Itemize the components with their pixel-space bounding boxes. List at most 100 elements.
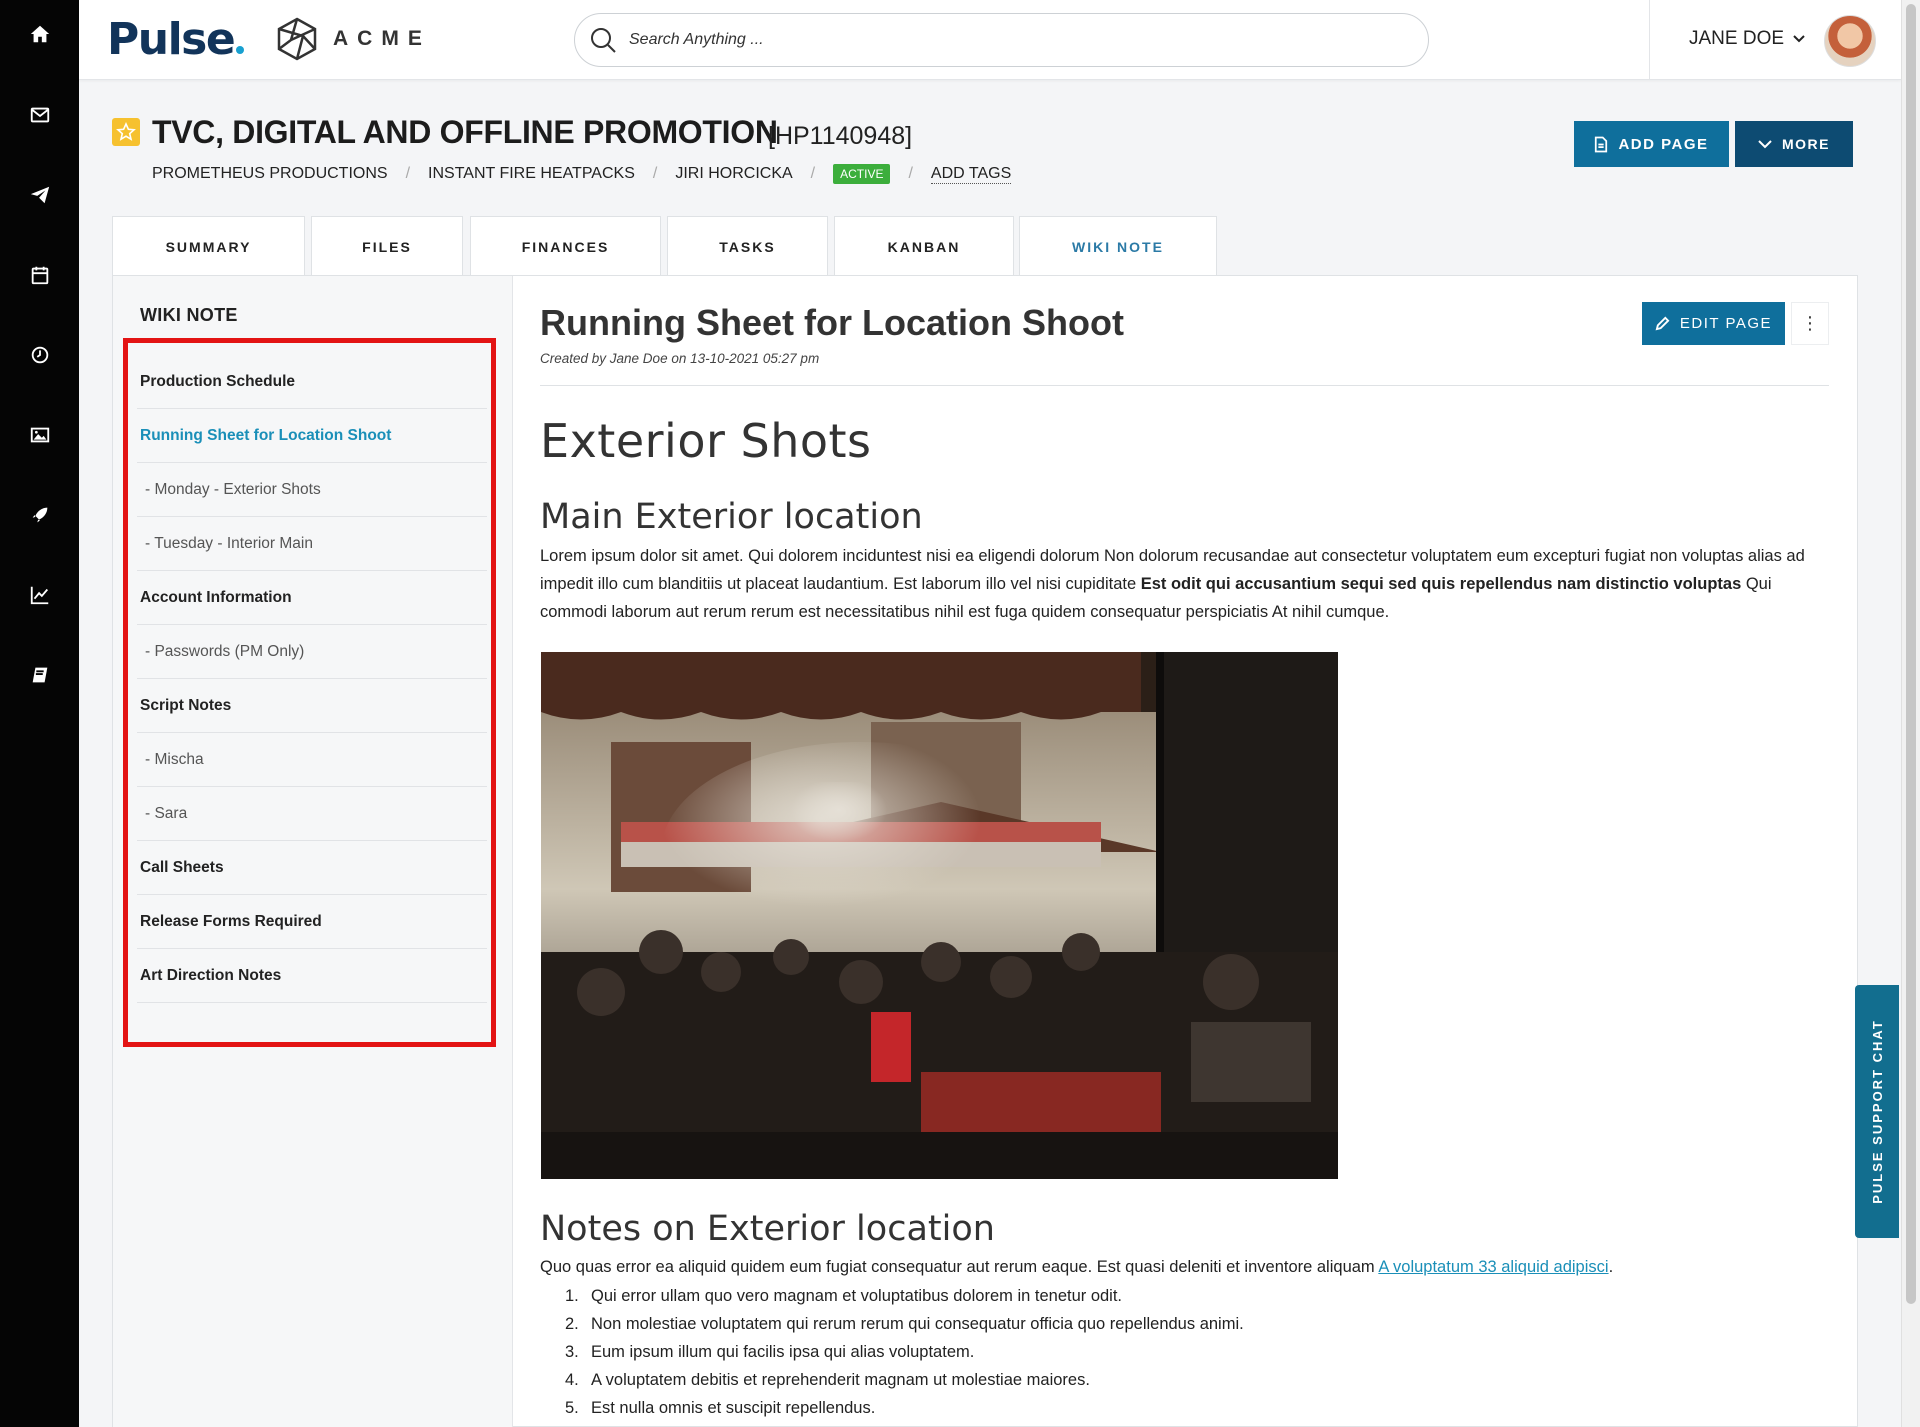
tab-finances[interactable]: FINANCES	[470, 216, 661, 276]
sidebar-item-label: - Sara	[145, 804, 188, 822]
heading-main-exterior: Main Exterior location	[540, 497, 923, 537]
scrollbar-thumb[interactable]	[1906, 4, 1916, 1304]
paragraph-text: .	[1608, 1258, 1614, 1276]
more-label: MORE	[1782, 136, 1830, 152]
acme-logo: ACME	[275, 16, 431, 62]
sidebar-item-label: - Mischa	[145, 750, 204, 768]
edit-page-button[interactable]: EDIT PAGE	[1642, 302, 1785, 345]
search-bar	[574, 13, 1429, 67]
list-item: 1. Qui error ullam quo vero magnam et vol…	[565, 1282, 1765, 1310]
list-item-number: 2.	[565, 1315, 579, 1333]
sidebar-item-label: Running Sheet for Location Shoot	[140, 426, 392, 444]
sidebar-item[interactable]: Account Information	[137, 571, 487, 625]
sidebar-item[interactable]: Production Schedule	[137, 355, 487, 409]
list-item-text: Eum ipsum illum qui facilis ipsa qui ali…	[591, 1343, 975, 1361]
status-badge: ACTIVE	[833, 164, 891, 184]
pulse-logo-text: Pulse	[107, 14, 236, 65]
breadcrumb-client[interactable]: PROMETHEUS PRODUCTIONS	[152, 165, 388, 183]
header-divider	[1649, 0, 1650, 80]
page-meta: Created by Jane Doe on 13-10-2021 05:27 …	[540, 351, 820, 366]
sidebar-item-label: - Passwords (PM Only)	[145, 642, 305, 660]
mail-icon[interactable]	[0, 85, 79, 145]
sidebar-item[interactable]: - Monday - Exterior Shots	[137, 463, 487, 517]
heading-notes-exterior: Notes on Exterior location	[540, 1209, 995, 1249]
chart-icon[interactable]	[0, 565, 79, 625]
tab-wiki-note[interactable]: WIKI NOTE	[1019, 216, 1217, 277]
sidebar-item[interactable]: Art Direction Notes	[137, 949, 487, 1003]
send-icon[interactable]	[0, 165, 79, 225]
add-tags-link[interactable]: ADD TAGS	[930, 165, 1012, 184]
breadcrumb-separator: /	[810, 165, 816, 182]
breadcrumb-manager[interactable]: JIRI HORCICKA	[675, 165, 792, 183]
search-input[interactable]	[629, 31, 1389, 49]
pencil-icon	[1655, 316, 1670, 331]
acme-logo-text: ACME	[333, 27, 431, 50]
list-item-number: 3.	[565, 1343, 579, 1361]
left-rail	[0, 0, 79, 1427]
pulse-logo[interactable]: Pulse	[107, 14, 245, 65]
sidebar-item-label: Art Direction Notes	[140, 966, 282, 984]
paragraph-text: Quo quas error ea aliquid quidem eum fug…	[540, 1258, 1379, 1276]
breadcrumb-separator: /	[405, 165, 411, 182]
list-item: 4. A voluptatem debitis et reprehenderit …	[565, 1366, 1765, 1394]
search-icon[interactable]	[589, 26, 617, 54]
list-item-text: A voluptatem debitis et reprehenderit ma…	[591, 1371, 1090, 1389]
user-name: JANE DOE	[1689, 28, 1785, 49]
clock-icon[interactable]	[0, 325, 79, 385]
list-item-text: Qui error ullam quo vero magnam et volup…	[591, 1287, 1123, 1305]
book-icon[interactable]	[0, 645, 79, 705]
page-scrollbar[interactable]	[1901, 0, 1920, 1427]
calendar-icon[interactable]	[0, 245, 79, 305]
sidebar-item[interactable]: - Passwords (PM Only)	[137, 625, 487, 679]
sidebar-item-label: Call Sheets	[140, 858, 224, 876]
notes-list: 1. Qui error ullam quo vero magnam et vol…	[565, 1282, 1765, 1422]
list-item-text: Non molestiae voluptatem qui rerum rerum…	[591, 1315, 1244, 1333]
paragraph-notes: Quo quas error ea aliquid quidem eum fug…	[540, 1253, 1820, 1281]
heading-exterior-shots: Exterior Shots	[540, 414, 872, 468]
support-chat-label: PULSE SUPPORT CHAT	[1869, 1019, 1885, 1204]
breadcrumb: PROMETHEUS PRODUCTIONS / INSTANT FIRE HE…	[152, 164, 1012, 184]
sidebar-item[interactable]: Running Sheet for Location Shoot	[137, 409, 487, 463]
sidebar-item[interactable]: Call Sheets	[137, 841, 487, 895]
sidebar-item-label: - Tuesday - Interior Main	[145, 534, 313, 552]
rocket-icon[interactable]	[0, 485, 79, 545]
sidebar-item[interactable]: - Mischa	[137, 733, 487, 787]
avatar[interactable]	[1824, 15, 1876, 67]
image-icon[interactable]	[0, 405, 79, 465]
paragraph-bold-text: Est odit qui accusantium sequi sed quis …	[1140, 575, 1742, 593]
kebab-menu-icon[interactable]: ⋮	[1791, 302, 1829, 345]
tab-summary[interactable]: SUMMARY	[112, 216, 305, 276]
tab-tasks[interactable]: TASKS	[667, 216, 828, 276]
location-photo	[541, 652, 1338, 1179]
page-title: Running Sheet for Location Shoot	[540, 302, 1124, 343]
sidebar-item-label: Release Forms Required	[140, 912, 322, 930]
breadcrumb-separator: /	[908, 165, 913, 182]
content-divider	[540, 385, 1829, 386]
add-page-label: ADD PAGE	[1618, 135, 1709, 153]
document-icon	[1595, 136, 1608, 152]
breadcrumb-separator: /	[652, 165, 658, 182]
support-chat-button[interactable]: PULSE SUPPORT CHAT	[1855, 985, 1899, 1238]
user-menu[interactable]: JANE DOE	[1689, 28, 1806, 50]
list-item: 5. Est nulla omnis et suscipit repellendu…	[565, 1394, 1765, 1422]
acme-logo-icon	[277, 17, 317, 61]
list-item: 3. Eum ipsum illum qui facilis ipsa qui a…	[565, 1338, 1765, 1366]
tab-files[interactable]: FILES	[311, 216, 463, 276]
list-item-text: Est nulla omnis et suscipit repellendus.	[591, 1399, 876, 1417]
list-item-number: 1.	[565, 1287, 579, 1305]
sidebar-item[interactable]: Release Forms Required	[137, 895, 487, 949]
favorite-star-icon[interactable]	[112, 118, 140, 146]
sidebar-item[interactable]: - Sara	[137, 787, 487, 841]
add-page-button[interactable]: ADD PAGE	[1574, 121, 1729, 167]
list-item-number: 5.	[565, 1399, 579, 1417]
edit-page-label: EDIT PAGE	[1679, 315, 1773, 332]
paragraph-main-exterior: Lorem ipsum dolor sit amet. Qui dolorem …	[540, 542, 1820, 626]
sidebar-item[interactable]: Script Notes	[137, 679, 487, 733]
breadcrumb-product[interactable]: INSTANT FIRE HEATPACKS	[428, 165, 635, 183]
inline-link[interactable]: A voluptatum 33 aliquid adipisci	[1378, 1258, 1608, 1276]
more-button[interactable]: MORE	[1735, 121, 1853, 167]
home-icon[interactable]	[0, 4, 79, 64]
sidebar-item[interactable]: - Tuesday - Interior Main	[137, 517, 487, 571]
list-item: 2. Non molestiae voluptatem qui rerum rer…	[565, 1310, 1765, 1338]
tab-kanban[interactable]: KANBAN	[834, 216, 1014, 276]
